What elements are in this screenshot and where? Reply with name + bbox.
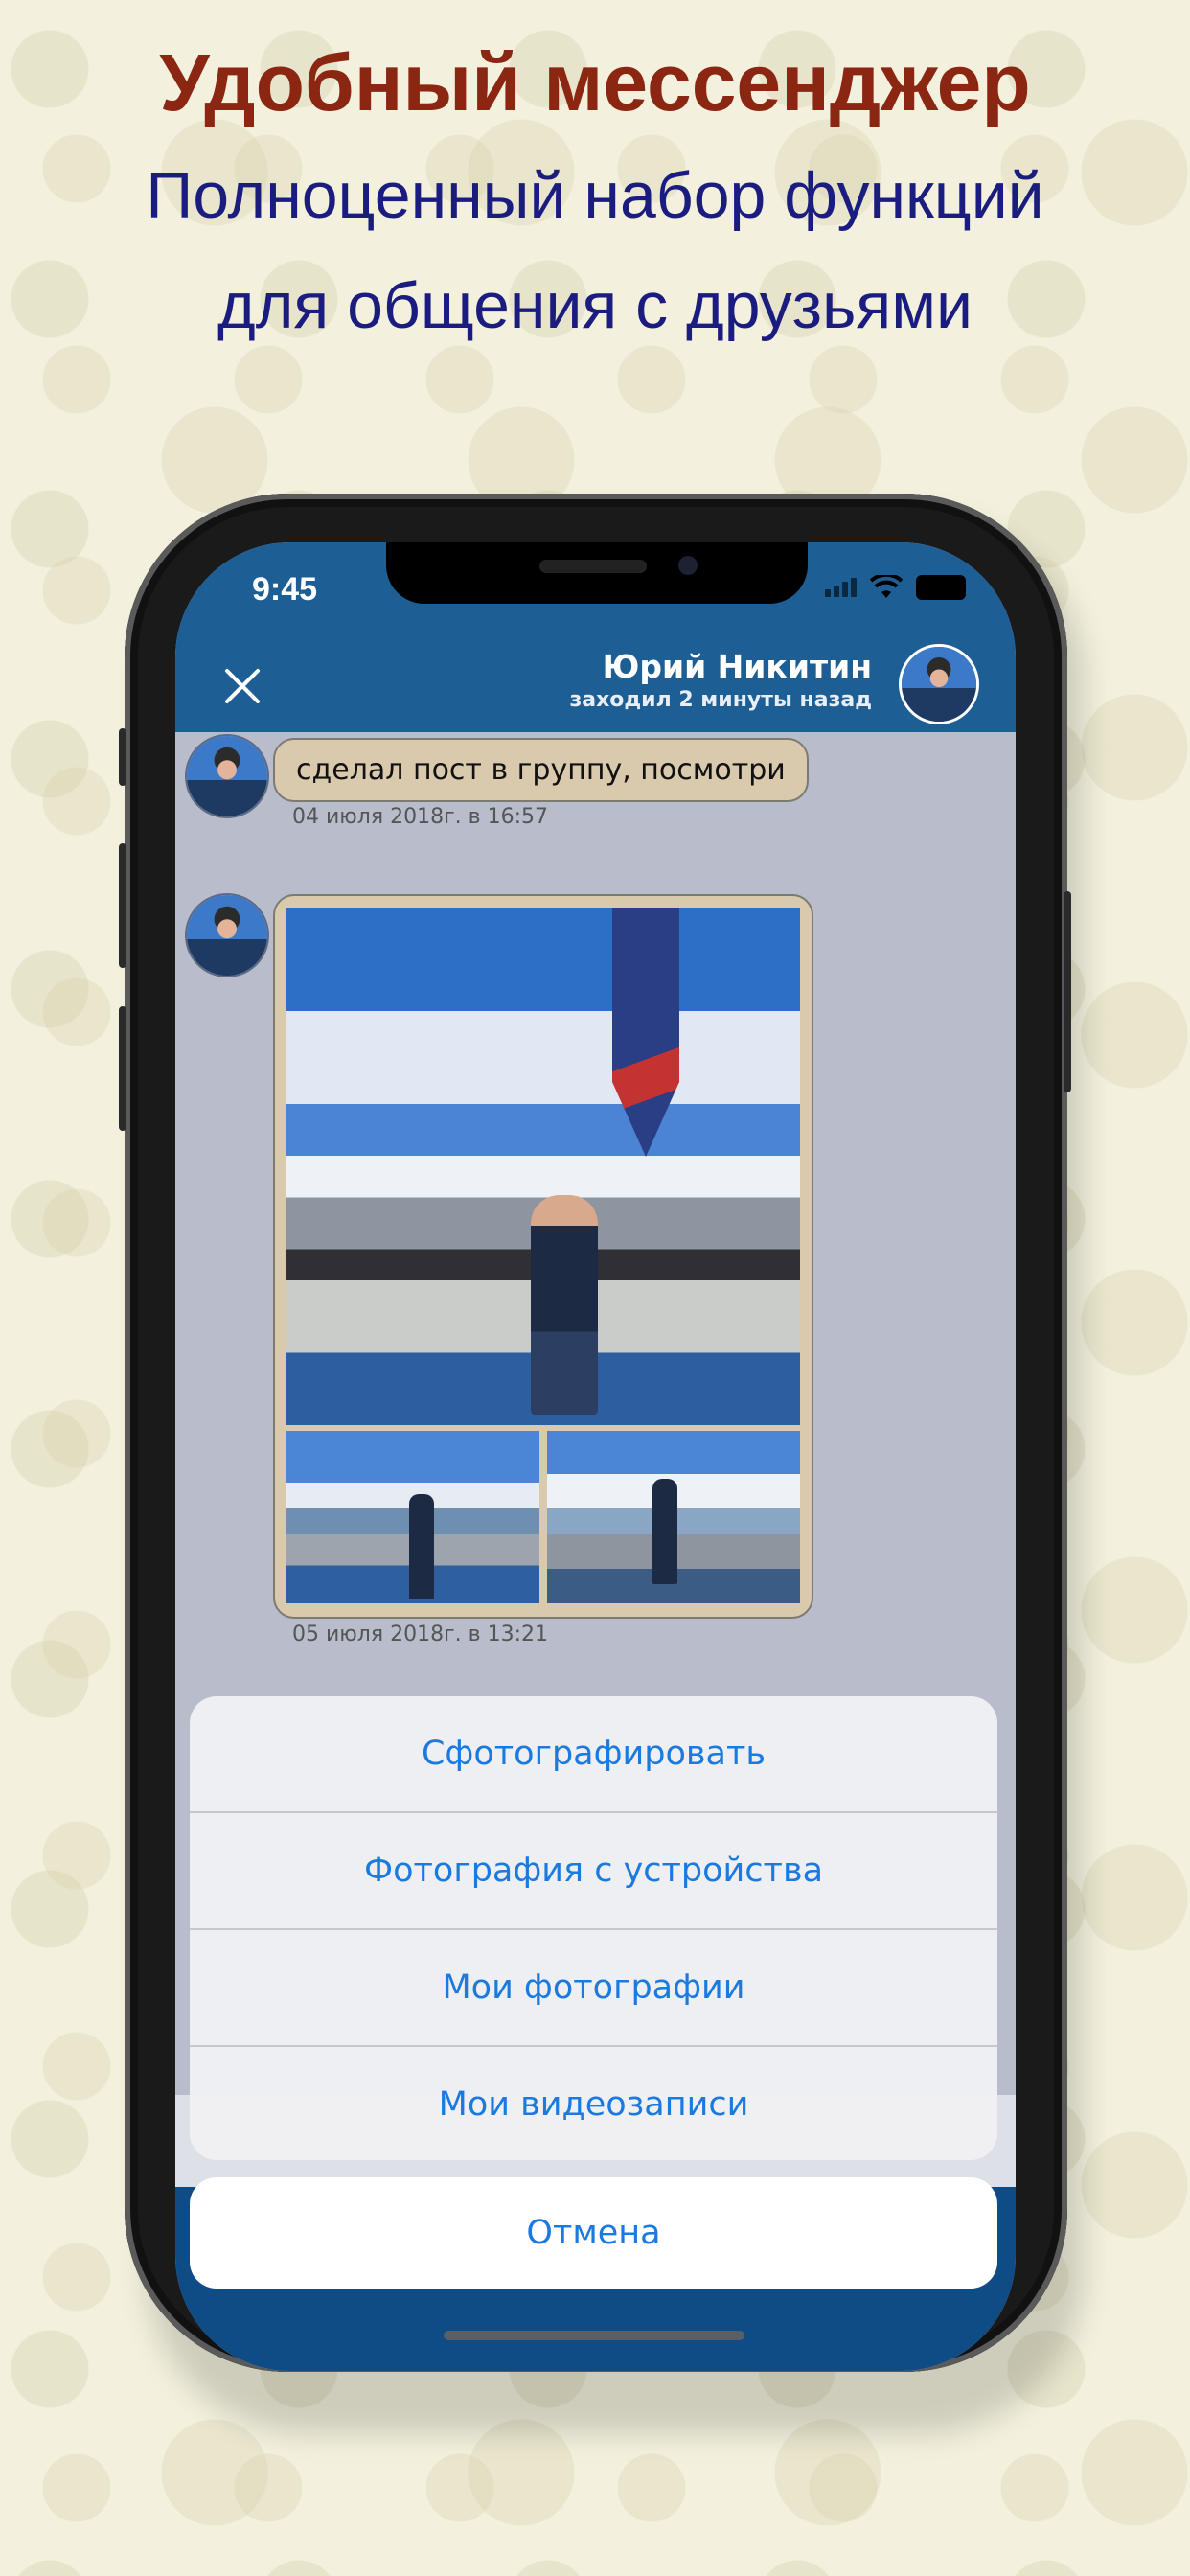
phone-side-button-mute bbox=[119, 728, 126, 786]
action-sheet: Сфотографировать Фотография с устройства… bbox=[190, 1696, 997, 2160]
speaker bbox=[539, 560, 647, 573]
contact-status: заходил 2 минуты назад bbox=[569, 688, 872, 712]
battery-icon bbox=[916, 575, 966, 600]
promo-title: Удобный мессенджер bbox=[159, 37, 1031, 127]
home-indicator bbox=[444, 2331, 744, 2340]
photo-thumbnail[interactable] bbox=[547, 1431, 800, 1603]
status-time: 9:45 bbox=[252, 571, 318, 608]
message-bubble[interactable]: сделал пост в группу, посмотри bbox=[273, 738, 809, 802]
person-graphic bbox=[531, 1195, 598, 1415]
contact-name[interactable]: Юрий Никитин bbox=[603, 648, 872, 685]
status-icons bbox=[825, 575, 966, 600]
action-my-photos[interactable]: Мои фотографии bbox=[190, 1930, 997, 2047]
phone-side-button-volume-up bbox=[119, 843, 126, 968]
signal-icon bbox=[825, 578, 857, 597]
front-camera bbox=[678, 556, 698, 575]
phone-side-button-power bbox=[1064, 891, 1071, 1092]
notch bbox=[386, 542, 808, 604]
photo-album-bubble[interactable] bbox=[273, 894, 813, 1619]
message-time: 05 июля 2018г. в 13:21 bbox=[292, 1622, 548, 1646]
close-icon[interactable] bbox=[214, 657, 271, 715]
action-my-videos[interactable]: Мои видеозаписи bbox=[190, 2047, 997, 2160]
promo-subtitle-line1: Полноценный набор функций bbox=[146, 159, 1044, 232]
photo-thumbnail[interactable] bbox=[286, 1431, 539, 1603]
chat-header: Юрий Никитин заходил 2 минуты назад bbox=[175, 638, 1016, 732]
message-time: 04 июля 2018г. в 16:57 bbox=[292, 805, 548, 829]
header-avatar[interactable] bbox=[899, 644, 979, 724]
status-bar: 9:45 bbox=[175, 542, 1016, 638]
message-avatar[interactable] bbox=[185, 734, 269, 818]
wifi-icon bbox=[870, 575, 903, 598]
phone-side-button-volume-down bbox=[119, 1006, 126, 1131]
action-take-photo[interactable]: Сфотографировать bbox=[190, 1696, 997, 1813]
flag-graphic bbox=[612, 908, 679, 1157]
message-avatar[interactable] bbox=[185, 893, 269, 978]
action-photo-from-device[interactable]: Фотография с устройства bbox=[190, 1813, 997, 1930]
cancel-button[interactable]: Отмена bbox=[190, 2177, 997, 2288]
promo-subtitle-line2: для общения с друзьями bbox=[217, 269, 973, 342]
photo-main[interactable] bbox=[286, 908, 800, 1425]
